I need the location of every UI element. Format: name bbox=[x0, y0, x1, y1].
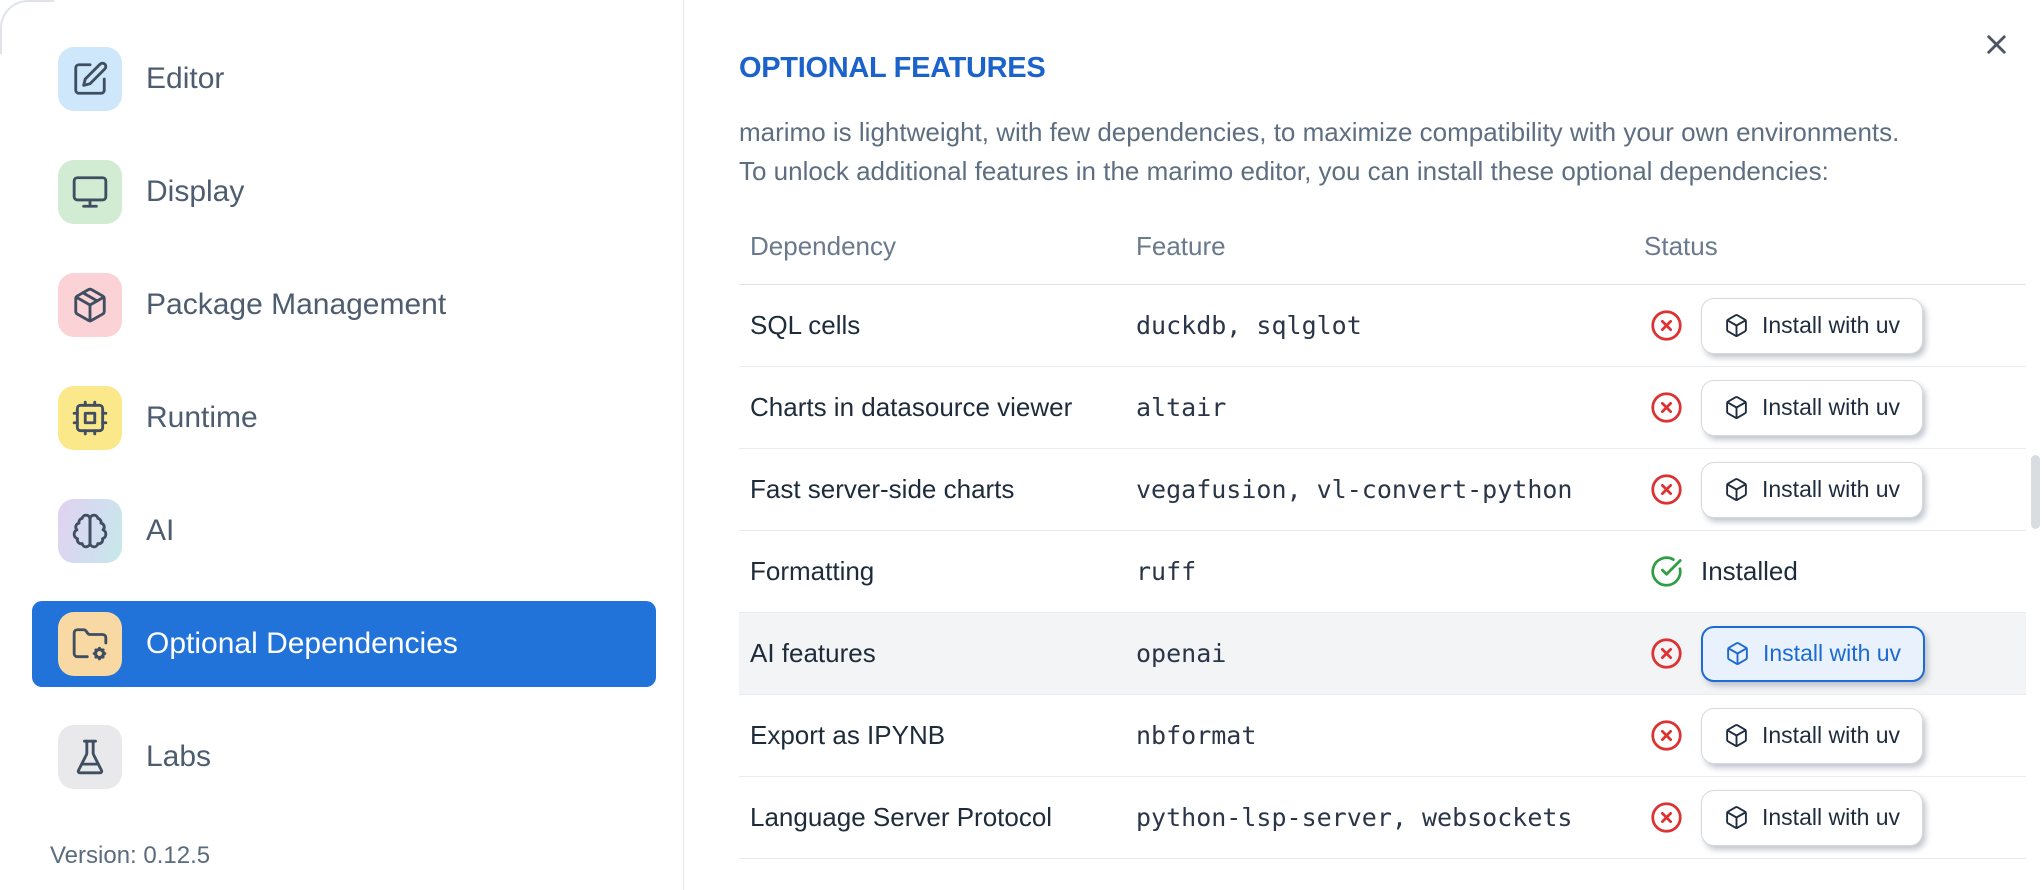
sidebar-item-list: Editor Display Package Management Runtim… bbox=[0, 36, 683, 800]
feature-cell: ruff bbox=[1136, 557, 1197, 586]
sidebar-item-label: Optional Dependencies bbox=[146, 627, 458, 660]
box-icon bbox=[1724, 477, 1749, 502]
sidebar-item-display[interactable]: Display bbox=[32, 149, 656, 235]
table-body: SQL cells duckdb, sqlglot Install with u… bbox=[739, 285, 2026, 859]
column-header-dependency: Dependency bbox=[750, 231, 896, 261]
feature-cell: python-lsp-server, websockets bbox=[1136, 803, 1573, 832]
install-button-label: Install with uv bbox=[1762, 476, 1901, 502]
status-cell: Installed bbox=[1644, 555, 2026, 588]
box-icon bbox=[1724, 395, 1749, 420]
dependency-cell: Export as IPYNB bbox=[750, 720, 946, 750]
column-header-status: Status bbox=[1644, 231, 1718, 261]
sidebar-item-editor[interactable]: Editor bbox=[32, 36, 656, 122]
settings-dialog: Editor Display Package Management Runtim… bbox=[0, 0, 2042, 890]
not-installed-icon bbox=[1650, 719, 1683, 752]
dependency-cell: Formatting bbox=[750, 556, 875, 586]
not-installed-icon bbox=[1650, 391, 1683, 424]
sidebar-item-runtime[interactable]: Runtime bbox=[32, 375, 656, 461]
table-row: Export as IPYNB nbformat Install with uv bbox=[739, 695, 2026, 777]
column-header-feature: Feature bbox=[1136, 231, 1226, 261]
dependency-cell: SQL cells bbox=[750, 310, 861, 340]
table-row: SQL cells duckdb, sqlglot Install with u… bbox=[739, 285, 2026, 367]
sidebar-item-label: Labs bbox=[146, 740, 212, 773]
sidebar-item-label: Display bbox=[146, 175, 245, 208]
sidebar-item-labs[interactable]: Labs bbox=[32, 714, 656, 800]
ai-icon bbox=[58, 499, 122, 563]
table-row: Formatting ruff Installed bbox=[739, 531, 2026, 613]
not-installed-icon bbox=[1650, 473, 1683, 506]
close-button[interactable] bbox=[1976, 26, 2016, 66]
optional-deps-icon bbox=[58, 612, 122, 676]
box-icon bbox=[1725, 641, 1750, 666]
not-installed-icon bbox=[1650, 309, 1683, 342]
version-label: Version: 0.12.5 bbox=[50, 842, 211, 869]
display-icon bbox=[58, 160, 122, 224]
install-button-label: Install with uv bbox=[1762, 312, 1901, 338]
install-button-label: Install with uv bbox=[1762, 722, 1901, 748]
table-row: Language Server Protocol python-lsp-serv… bbox=[739, 777, 2026, 859]
install-with-uv-button[interactable]: Install with uv bbox=[1701, 379, 1924, 436]
table-row: Charts in datasource viewer altair Insta… bbox=[739, 367, 2026, 449]
labs-icon bbox=[58, 725, 122, 789]
feature-cell: nbformat bbox=[1136, 721, 1257, 750]
status-cell: Install with uv bbox=[1644, 461, 2026, 518]
status-cell: Install with uv bbox=[1644, 379, 2026, 436]
status-cell: Install with uv bbox=[1644, 297, 2026, 354]
box-icon bbox=[1724, 805, 1749, 830]
sidebar-item-label: Runtime bbox=[146, 401, 258, 434]
install-with-uv-button[interactable]: Install with uv bbox=[1701, 707, 1924, 764]
feature-cell: vegafusion, vl-convert-python bbox=[1136, 475, 1573, 504]
optional-features-panel: OPTIONAL FEATURES marimo is lightweight,… bbox=[684, 0, 2042, 890]
installed-icon bbox=[1650, 555, 1683, 588]
status-cell: Install with uv bbox=[1644, 707, 2026, 764]
dependency-cell: Charts in datasource viewer bbox=[750, 392, 1073, 422]
editor-icon bbox=[58, 47, 122, 111]
install-with-uv-button[interactable]: Install with uv bbox=[1701, 625, 1926, 682]
not-installed-icon bbox=[1650, 637, 1683, 670]
install-button-label: Install with uv bbox=[1763, 640, 1902, 666]
description-line: marimo is lightweight, with few dependen… bbox=[739, 117, 1900, 147]
close-icon bbox=[1981, 29, 2012, 63]
dependency-cell: Language Server Protocol bbox=[750, 802, 1053, 832]
install-with-uv-button[interactable]: Install with uv bbox=[1701, 789, 1924, 846]
table-header-row: Dependency Feature Status bbox=[739, 209, 2026, 285]
scrollbar-thumb[interactable] bbox=[2031, 455, 2040, 529]
installed-label: Installed bbox=[1701, 556, 1798, 586]
settings-sidebar: Editor Display Package Management Runtim… bbox=[0, 0, 684, 890]
feature-cell: openai bbox=[1136, 639, 1227, 668]
sidebar-item-package-management[interactable]: Package Management bbox=[32, 262, 656, 348]
panel-description: marimo is lightweight, with few dependen… bbox=[739, 113, 2042, 191]
sidebar-item-label: AI bbox=[146, 514, 175, 547]
dependency-cell: AI features bbox=[750, 638, 876, 668]
dependency-cell: Fast server-side charts bbox=[750, 474, 1015, 504]
box-icon bbox=[1724, 313, 1749, 338]
not-installed-icon bbox=[1650, 801, 1683, 834]
install-with-uv-button[interactable]: Install with uv bbox=[1701, 297, 1924, 354]
install-button-label: Install with uv bbox=[1762, 394, 1901, 420]
feature-cell: altair bbox=[1136, 393, 1227, 422]
package-icon bbox=[58, 273, 122, 337]
runtime-icon bbox=[58, 386, 122, 450]
panel-title: OPTIONAL FEATURES bbox=[739, 52, 1046, 84]
sidebar-item-ai[interactable]: AI bbox=[32, 488, 656, 574]
description-line: To unlock additional features in the mar… bbox=[739, 156, 1829, 186]
status-cell: Install with uv bbox=[1644, 789, 2026, 846]
status-cell: Install with uv bbox=[1644, 625, 2026, 682]
sidebar-item-optional-dependencies[interactable]: Optional Dependencies bbox=[32, 601, 656, 687]
table-row: AI features openai Install with uv bbox=[739, 613, 2026, 695]
sidebar-item-label: Package Management bbox=[146, 288, 447, 321]
install-with-uv-button[interactable]: Install with uv bbox=[1701, 461, 1924, 518]
dependencies-table: Dependency Feature Status SQL cells duck… bbox=[739, 209, 2026, 859]
sidebar-item-label: Editor bbox=[146, 62, 225, 95]
box-icon bbox=[1724, 723, 1749, 748]
feature-cell: duckdb, sqlglot bbox=[1136, 311, 1362, 340]
table-row: Fast server-side charts vegafusion, vl-c… bbox=[739, 449, 2026, 531]
install-button-label: Install with uv bbox=[1762, 804, 1901, 830]
